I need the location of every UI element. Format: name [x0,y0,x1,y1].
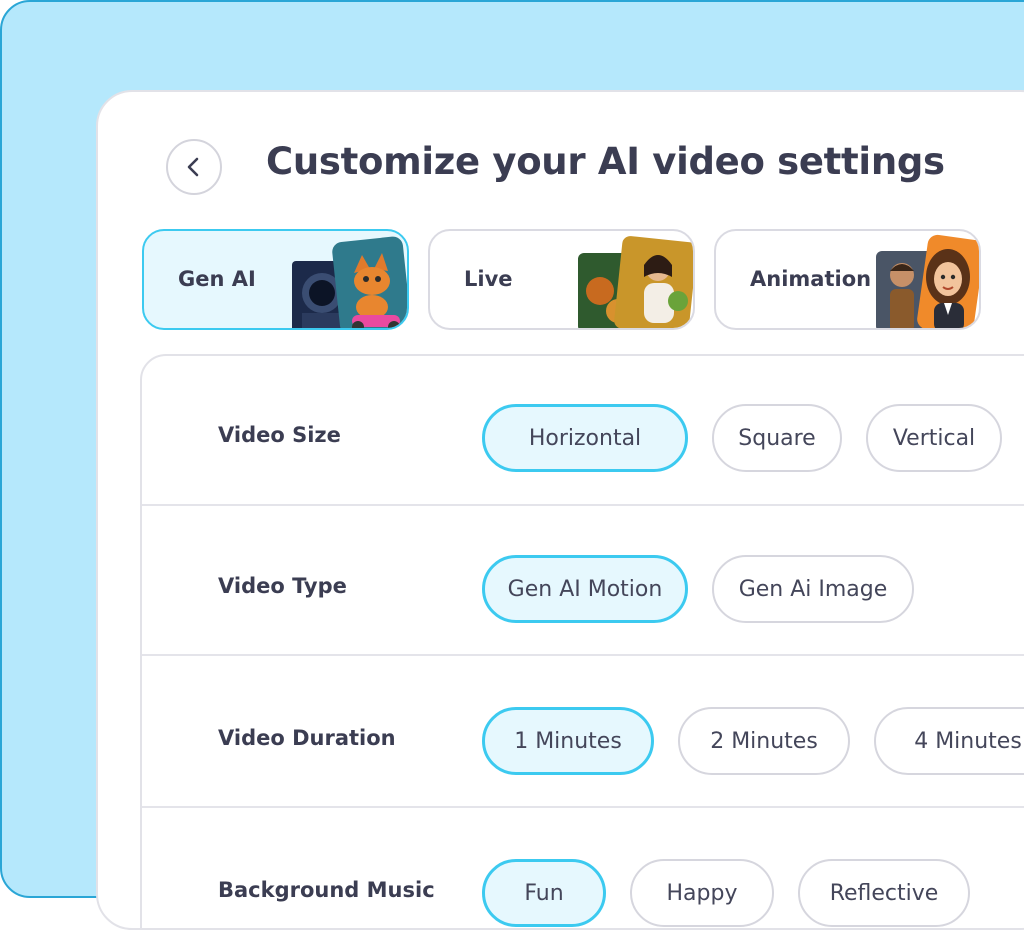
settings-panel: Customize your AI video settings Gen AI … [96,90,1024,930]
option-label: 4 Minutes [914,728,1022,754]
option-vertical[interactable]: Vertical [866,404,1002,472]
mode-card-animation[interactable]: Animation [714,229,981,330]
option-horizontal[interactable]: Horizontal [482,404,688,472]
option-label: Happy [666,880,738,906]
option-square[interactable]: Square [712,404,842,472]
setting-label: Video Type [218,574,347,598]
option-label: Square [738,425,816,451]
mode-label: Animation [750,267,872,291]
option-label: 2 Minutes [710,728,818,754]
chevron-left-icon [187,157,199,177]
live-thumbnail-image [578,236,693,328]
back-button[interactable] [166,139,222,195]
mode-label: Live [464,267,513,291]
page-title: Customize your AI video settings [266,140,945,183]
option-happy[interactable]: Happy [630,859,774,927]
setting-label: Video Size [218,423,341,447]
setting-row-video-size: Video Size Horizontal Square Vertical [142,356,1024,506]
mode-label: Gen AI [178,267,256,291]
setting-row-background-music: Background Music Fun Happy Reflective [142,808,1024,928]
option-label: Gen Ai Image [738,576,888,602]
option-label: Fun [524,880,564,906]
option-gen-ai-motion[interactable]: Gen AI Motion [482,555,688,623]
option-label: Vertical [892,425,976,451]
gen-ai-thumbnail-image [292,236,407,328]
setting-row-video-duration: Video Duration 1 Minutes 2 Minutes 4 Min… [142,656,1024,808]
option-fun[interactable]: Fun [482,859,606,927]
animation-thumbnail-image [876,234,979,328]
option-gen-ai-image[interactable]: Gen Ai Image [712,555,914,623]
mode-card-gen-ai[interactable]: Gen AI [142,229,409,330]
setting-row-video-type: Video Type Gen AI Motion Gen Ai Image [142,506,1024,656]
settings-list: Video Size Horizontal Square Vertical Vi… [140,354,1024,928]
option-4-minutes[interactable]: 4 Minutes [874,707,1024,775]
option-2-minutes[interactable]: 2 Minutes [678,707,850,775]
mode-card-live[interactable]: Live [428,229,695,330]
option-label: 1 Minutes [514,728,622,754]
option-1-minutes[interactable]: 1 Minutes [482,707,654,775]
option-label: Reflective [829,880,939,906]
option-label: Horizontal [528,425,642,451]
option-reflective[interactable]: Reflective [798,859,970,927]
option-label: Gen AI Motion [507,576,663,602]
setting-label: Video Duration [218,726,396,750]
setting-label: Background Music [218,878,435,902]
